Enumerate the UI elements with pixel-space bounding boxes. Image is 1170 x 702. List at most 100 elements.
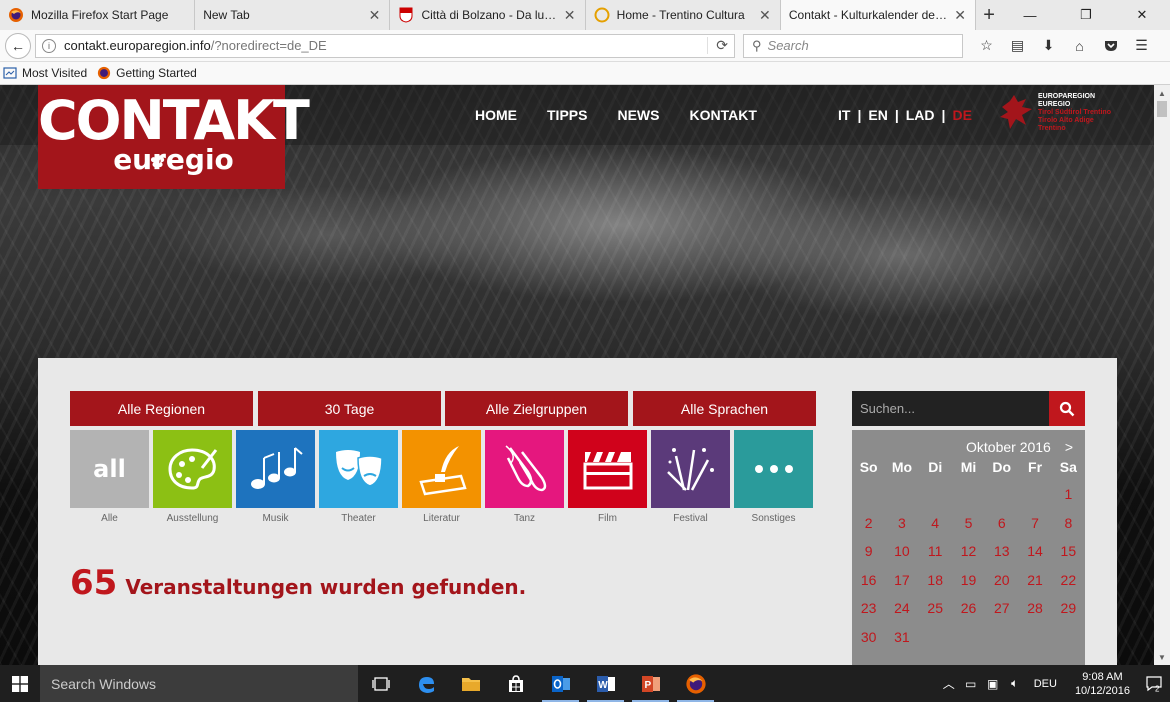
calendar-day[interactable]: 16 [852, 566, 885, 595]
bookmark-most-visited[interactable]: Most Visited [3, 66, 87, 80]
calendar-day[interactable]: 1 [1052, 480, 1085, 509]
battery-icon[interactable]: ▭ [960, 665, 982, 702]
filter-languages[interactable]: Alle Sprachen [633, 391, 816, 426]
calendar-day[interactable]: 28 [1018, 594, 1051, 623]
firefox-taskbar-icon[interactable] [673, 665, 718, 702]
restore-button[interactable]: ❐ [1058, 0, 1114, 30]
home-icon[interactable]: ⌂ [1064, 34, 1095, 58]
close-window-button[interactable]: ✕ [1114, 0, 1170, 30]
input-language[interactable]: DEU [1034, 678, 1057, 690]
reload-icon[interactable]: ⟳ [707, 37, 728, 54]
calendar-day[interactable] [852, 480, 885, 509]
taskbar-search[interactable]: Search Windows [40, 665, 358, 702]
outlook-icon[interactable] [538, 665, 583, 702]
chevron-up-icon[interactable]: ︿ [938, 665, 960, 702]
calendar-day[interactable]: 20 [985, 566, 1018, 595]
nav-news[interactable]: NEWS [617, 107, 659, 123]
close-icon[interactable]: ✕ [758, 7, 772, 24]
clock[interactable]: 9:08 AM 10/12/2016 [1075, 670, 1130, 698]
category-film[interactable]: Film [568, 430, 647, 524]
tab-bolzano[interactable]: Città di Bolzano - Da lune... ✕ [390, 0, 586, 30]
back-button[interactable]: ← [5, 32, 31, 59]
lang-it[interactable]: IT [838, 107, 850, 123]
start-button[interactable] [0, 665, 40, 702]
notifications-button[interactable]: 2 [1140, 665, 1170, 702]
calendar-day[interactable] [1018, 480, 1051, 509]
scroll-up-icon[interactable]: ▲ [1154, 85, 1170, 101]
calendar-day[interactable]: 4 [919, 509, 952, 538]
nav-tipps[interactable]: TIPPS [547, 107, 587, 123]
calendar-day[interactable]: 12 [952, 537, 985, 566]
calendar-day[interactable]: 17 [885, 566, 918, 595]
powerpoint-icon[interactable]: P [628, 665, 673, 702]
calendar-day[interactable]: 26 [952, 594, 985, 623]
store-icon[interactable] [493, 665, 538, 702]
scroll-thumb[interactable] [1157, 101, 1167, 117]
minimize-button[interactable]: — [1002, 0, 1058, 30]
category-ausstellung[interactable]: Ausstellung [153, 430, 232, 524]
calendar-day[interactable] [919, 480, 952, 509]
calendar-day[interactable]: 31 [885, 623, 918, 652]
lang-lad[interactable]: LAD [906, 107, 935, 123]
tab-firefox-start[interactable]: Mozilla Firefox Start Page [0, 0, 196, 30]
calendar-day[interactable]: 10 [885, 537, 918, 566]
download-icon[interactable]: ⬇ [1033, 34, 1064, 58]
calendar-day[interactable] [985, 623, 1018, 652]
calendar-day[interactable]: 2 [852, 509, 885, 538]
calendar-day[interactable]: 7 [1018, 509, 1051, 538]
close-icon[interactable]: ✕ [367, 7, 381, 24]
tab-trentino[interactable]: Home - Trentino Cultura ✕ [586, 0, 781, 30]
filter-regions[interactable]: Alle Regionen [70, 391, 253, 426]
calendar-day[interactable] [919, 623, 952, 652]
lang-de[interactable]: DE [952, 107, 971, 123]
calendar-day[interactable]: 25 [919, 594, 952, 623]
new-tab-button[interactable]: + [976, 0, 1002, 30]
category-alle[interactable]: all Alle [70, 430, 149, 524]
category-sonstiges[interactable]: Sonstiges [734, 430, 813, 524]
tab-contakt[interactable]: Contakt - Kulturkalender der E... ✕ [780, 0, 977, 30]
calendar-day[interactable]: 6 [985, 509, 1018, 538]
close-icon[interactable]: ✕ [953, 7, 967, 24]
calendar-day[interactable]: 9 [852, 537, 885, 566]
calendar-day[interactable]: 18 [919, 566, 952, 595]
search-button[interactable] [1049, 391, 1085, 426]
tab-new-tab[interactable]: New Tab ✕ [195, 0, 391, 30]
menu-icon[interactable]: ☰ [1126, 34, 1157, 58]
filter-audience[interactable]: Alle Zielgruppen [445, 391, 628, 426]
word-icon[interactable]: W [583, 665, 628, 702]
calendar-day[interactable]: 29 [1052, 594, 1085, 623]
info-icon[interactable]: i [42, 38, 56, 53]
calendar-day[interactable]: 8 [1052, 509, 1085, 538]
task-view-icon[interactable] [358, 665, 403, 702]
calendar-day[interactable]: 14 [1018, 537, 1051, 566]
file-explorer-icon[interactable] [448, 665, 493, 702]
edge-icon[interactable] [403, 665, 448, 702]
calendar-day[interactable]: 27 [985, 594, 1018, 623]
calendar-day[interactable] [1052, 623, 1085, 652]
volume-icon[interactable]: 🔈︎ [1004, 665, 1026, 702]
category-musik[interactable]: Musik [236, 430, 315, 524]
reading-list-icon[interactable]: ▤ [1002, 34, 1033, 58]
calendar-day[interactable]: 13 [985, 537, 1018, 566]
calendar-day[interactable] [952, 623, 985, 652]
calendar-day[interactable] [1018, 623, 1051, 652]
calendar-day[interactable]: 30 [852, 623, 885, 652]
network-icon[interactable]: ▣ [982, 665, 1004, 702]
pocket-icon[interactable] [1095, 34, 1126, 58]
category-literatur[interactable]: Literatur [402, 430, 481, 524]
calendar-next-button[interactable]: > [1065, 439, 1073, 455]
category-tanz[interactable]: Tanz [485, 430, 564, 524]
bookmark-star-icon[interactable]: ☆ [971, 34, 1002, 58]
calendar-day[interactable]: 3 [885, 509, 918, 538]
nav-home[interactable]: HOME [475, 107, 517, 123]
url-bar[interactable]: i contakt.europaregion.info /?noredirect… [35, 33, 735, 58]
category-festival[interactable]: Festival [651, 430, 730, 524]
bookmark-getting-started[interactable]: Getting Started [97, 66, 197, 80]
lang-en[interactable]: EN [868, 107, 887, 123]
calendar-day[interactable]: 11 [919, 537, 952, 566]
calendar-day[interactable]: 15 [1052, 537, 1085, 566]
page-scrollbar[interactable]: ▲ ▼ [1154, 85, 1170, 665]
event-search-input[interactable]: Suchen... [852, 391, 1049, 426]
calendar-day[interactable]: 24 [885, 594, 918, 623]
close-icon[interactable]: ✕ [563, 7, 577, 24]
